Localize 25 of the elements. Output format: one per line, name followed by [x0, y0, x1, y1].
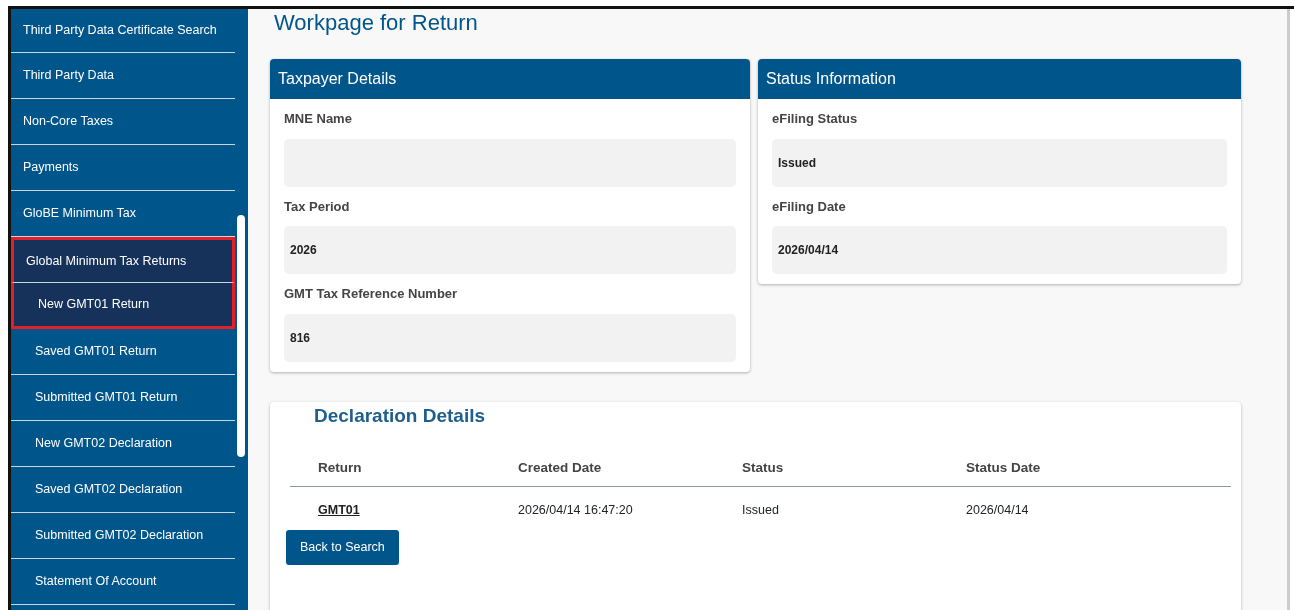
section-title: Declaration Details	[314, 403, 487, 428]
readonly-field[interactable]: 2026	[284, 226, 736, 275]
table-cell: 2026/04/14	[966, 503, 1029, 518]
column-header: Return	[290, 450, 490, 487]
field-label: GMT Tax Reference Number	[284, 285, 459, 304]
table-cell: Issued	[742, 503, 779, 518]
field-label: eFiling Status	[772, 110, 859, 129]
field-label: MNE Name	[284, 110, 353, 129]
field-label: eFiling Date	[772, 197, 847, 216]
sidebar-item[interactable]: New GMT01 Return	[11, 283, 235, 329]
readonly-field[interactable]: 816	[284, 313, 736, 362]
sidebar-item[interactable]: Global Minimum Tax Returns	[11, 237, 235, 283]
back-to-search-button[interactable]: Back to Search	[286, 530, 399, 565]
panel-header: Status Information	[758, 59, 1241, 100]
panel-header: Taxpayer Details	[270, 59, 750, 100]
field-label: Tax Period	[284, 197, 351, 216]
column-header: Created Date	[490, 450, 714, 487]
page-title: Workpage for Return	[274, 11, 479, 36]
readonly-field[interactable]: Issued	[772, 138, 1227, 187]
scrollbar-thumb[interactable]	[237, 215, 245, 457]
column-header: Status Date	[938, 450, 1231, 487]
readonly-field[interactable]: 2026/04/14	[772, 226, 1227, 275]
column-header: Status	[714, 450, 938, 487]
table-cell: 2026/04/14 16:47:20	[518, 503, 633, 518]
return-link[interactable]: GMT01	[318, 503, 360, 518]
